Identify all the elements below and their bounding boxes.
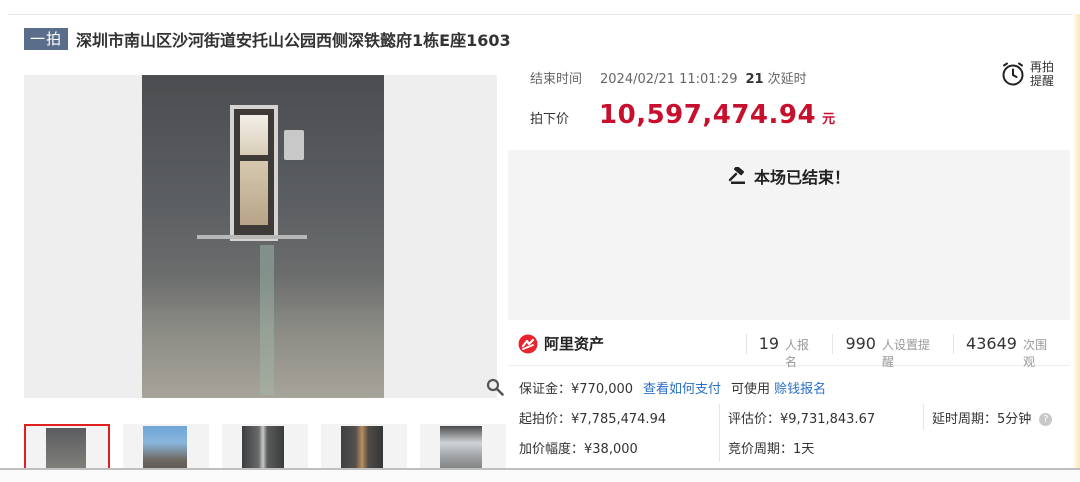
reminders-count: 990 [845,333,876,353]
usable-text: 可使用 [731,382,771,397]
auction-ended-text: 本场已结束！ [753,168,850,187]
title-row: 一拍 深圳市南山区沙河街道安托山公园西侧深铁懿府1栋E座1603 [24,26,511,52]
help-icon[interactable]: ? [1039,413,1053,426]
registered-count: 19 [758,333,780,353]
bid-increment: 加价幅度：¥38,000 [519,442,638,457]
property-photo [142,75,384,398]
alarm-clock-icon [1002,62,1024,86]
views-label: 次围观 [1022,337,1047,369]
how-to-pay-link[interactable]: 查看如何支付 [643,378,721,397]
auction-info: 结束时间 2024/02/21 11:01:29 21 次延时 拍下价 10,5… [508,54,1070,150]
auction-status-panel: 本场已结束！ [508,150,1070,320]
auction-details: 起拍价：¥7,785,474.94 评估价：¥9,731,843.67 延时周期… [519,400,1070,466]
delay-label: 次延时 [767,72,807,87]
start-price: 起拍价：¥7,785,474.94 [519,412,667,427]
reminders-label: 人设置提醒 [881,337,930,369]
stat-registered: 19 人报名 [745,333,833,369]
brand[interactable]: 阿里资产 [518,333,746,354]
appraisal-price: 评估价：¥9,731,843.67 [728,412,876,427]
gavel-icon [728,167,745,184]
final-price-label: 拍下价 [530,112,570,127]
end-time-label: 结束时间 [530,72,583,87]
page-title: 深圳市南山区沙河街道安托山公园西侧深铁懿府1栋E座1603 [76,31,511,50]
stats-row: 阿里资产 19 人报名 990 人设置提醒 43649 次围观 [508,322,1070,369]
remind-line2: 提醒 [1030,74,1055,88]
registered-label: 人报名 [785,337,810,369]
stat-reminders: 990 人设置提醒 [832,333,953,369]
delay-period: 延时周期：5分钟? [932,408,1053,427]
end-time-row: 结束时间 2024/02/21 11:01:29 21 次延时 [530,68,807,87]
photo-window [230,105,278,241]
brand-name: 阿里资产 [544,335,605,353]
bottom-divider [0,468,1080,482]
views-count: 43649 [966,333,1017,353]
final-price-value: 10,597,474.94 [599,100,817,130]
zoom-icon[interactable] [486,378,504,396]
final-price-unit: 元 [822,112,836,127]
auction-round-tag: 一拍 [24,28,69,50]
remind-next-auction-button[interactable]: 再拍 提醒 [1000,60,1056,88]
end-time-value: 2024/02/21 11:01:29 [600,72,738,87]
remind-line1: 再拍 [1030,60,1055,74]
delay-count: 21 [745,72,764,87]
stat-views: 43649 次围观 [953,333,1070,369]
deposit-text: 保证金：¥770,000 [519,382,634,397]
right-accent [1072,14,1080,468]
main-photo[interactable] [24,75,497,398]
final-price-row: 拍下价 10,597,474.94 元 [530,100,835,130]
credit-register-link[interactable]: 赊钱报名 [774,378,826,397]
bid-period: 竞价周期：1天 [728,442,815,457]
ali-assets-logo-icon [518,334,538,353]
deposit-row: 保证金：¥770,000 查看如何支付 可使用 赊钱报名 [519,378,826,397]
